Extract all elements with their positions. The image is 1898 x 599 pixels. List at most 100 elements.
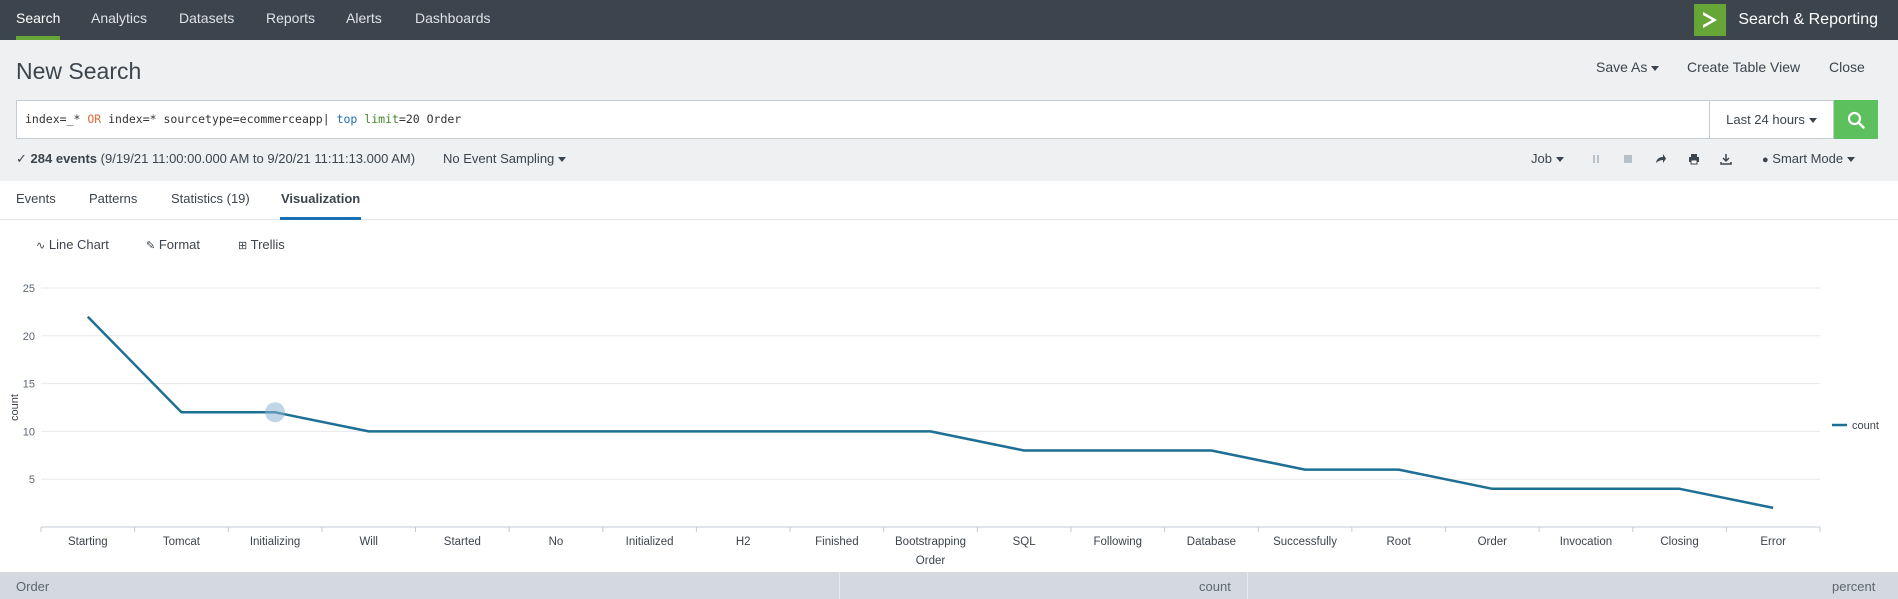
data-point (1208, 448, 1214, 454)
create-table-view-button[interactable]: Create Table View (1687, 59, 1800, 75)
x-tick-label: Initialized (626, 536, 674, 548)
page-title: New Search (16, 58, 142, 84)
x-tick-label: Tomcat (163, 536, 201, 548)
save-as-menu[interactable]: Save As (1596, 59, 1660, 75)
check-icon: ✓ (16, 151, 27, 166)
chart-type-button[interactable]: ∿ Line Chart (36, 237, 109, 252)
nav-item-analytics[interactable]: Analytics (91, 0, 147, 40)
y-tick-label: 20 (23, 331, 35, 343)
data-point (647, 428, 653, 434)
trellis-button[interactable]: ⊞ Trellis (238, 237, 285, 252)
data-point (1396, 467, 1402, 473)
x-tick-label: Closing (1660, 536, 1698, 548)
x-tick-label: Bootstrapping (895, 536, 966, 548)
column-header-count[interactable]: count (1199, 572, 1231, 599)
tab-events[interactable]: Events (16, 191, 56, 220)
x-axis-title: Order (916, 555, 946, 567)
column-divider (839, 572, 840, 599)
hover-point (265, 402, 286, 423)
y-tick-label: 25 (23, 283, 35, 295)
y-tick-label: 10 (23, 426, 35, 438)
search-mode-dropdown[interactable]: ● Smart Mode (1762, 151, 1856, 166)
pencil-icon: ✎ (146, 240, 156, 252)
tab-visualization[interactable]: Visualization (280, 191, 362, 220)
data-point (366, 428, 372, 434)
event-sampling-label: No Event Sampling (443, 151, 555, 166)
search-icon (1847, 111, 1865, 129)
event-time-range: (9/19/21 11:00:00.000 AM to 9/20/21 11:1… (100, 151, 416, 166)
nav-item-reports[interactable]: Reports (266, 0, 315, 40)
format-label: Format (158, 237, 201, 252)
x-tick-label: H2 (736, 536, 751, 548)
data-point (1115, 448, 1121, 454)
data-point (178, 409, 184, 415)
search-query-input[interactable]: index=_* OR index=* sourcetype=ecommerce… (16, 100, 1710, 139)
legend-label: count (1852, 420, 1879, 432)
search-button[interactable] (1834, 100, 1878, 139)
chevron-down-icon (1555, 157, 1564, 163)
app-nav-bar: Search Analytics Datasets Reports Alerts… (0, 0, 1898, 40)
export-icon[interactable] (1718, 151, 1734, 167)
print-icon[interactable] (1686, 151, 1702, 167)
column-header-percent[interactable]: percent (1832, 572, 1875, 599)
job-status: ✓ 284 events (9/19/21 11:00:00.000 AM to… (16, 151, 415, 167)
y-axis-title: count (9, 394, 21, 421)
data-point (928, 428, 934, 434)
nav-item-dashboards[interactable]: Dashboards (415, 0, 491, 40)
job-menu[interactable]: Job (1531, 151, 1564, 166)
data-point (1770, 505, 1776, 511)
x-tick-label: Database (1187, 536, 1236, 548)
trellis-grid-icon: ⊞ (238, 240, 248, 252)
pause-icon[interactable] (1588, 151, 1604, 167)
data-point (834, 428, 840, 434)
x-tick-label: Finished (815, 536, 858, 548)
format-button[interactable]: ✎ Format (146, 237, 200, 252)
x-tick-label: Error (1760, 536, 1786, 548)
chart-type-label: Line Chart (48, 237, 109, 252)
time-range-label: Last 24 hours (1726, 112, 1805, 127)
data-point (1583, 486, 1589, 492)
nav-item-datasets[interactable]: Datasets (179, 0, 234, 40)
tab-statistics[interactable]: Statistics (19) (171, 191, 250, 220)
nav-item-search[interactable]: Search (16, 0, 61, 40)
stop-icon[interactable] (1620, 151, 1636, 167)
event-count: 284 events (30, 151, 98, 166)
lightbulb-icon: ● (1762, 154, 1769, 166)
chevron-down-icon (1651, 65, 1660, 71)
data-point (1302, 467, 1308, 473)
chevron-down-icon (1808, 118, 1817, 124)
data-point (459, 428, 465, 434)
x-tick-label: No (549, 536, 564, 548)
y-tick-label: 5 (29, 474, 35, 486)
event-sampling-dropdown[interactable]: No Event Sampling (443, 151, 567, 166)
data-point (1677, 486, 1683, 492)
x-tick-label: Invocation (1560, 536, 1612, 548)
line-chart: 5 10 15 20 25 Starting Tomcat Initializing Will S… (9, 283, 1879, 567)
data-point (740, 428, 746, 434)
x-tick-label: Following (1093, 536, 1142, 548)
job-label: Job (1531, 151, 1552, 166)
data-point (85, 314, 91, 320)
save-as-label: Save As (1596, 59, 1648, 75)
data-point (1489, 486, 1495, 492)
trellis-label: Trellis (250, 237, 285, 252)
x-tick-label: Starting (68, 536, 108, 548)
close-button[interactable]: Close (1829, 59, 1865, 75)
time-range-picker[interactable]: Last 24 hours (1710, 100, 1834, 139)
results-table-header: Order count percent (0, 572, 1898, 599)
line-chart-icon: ∿ (36, 240, 46, 252)
x-tick-label: Initializing (250, 536, 301, 548)
chevron-down-icon (558, 157, 567, 163)
search-query-text: index=_* OR index=* sourcetype=ecommerce… (25, 112, 462, 126)
nav-item-alerts[interactable]: Alerts (346, 0, 382, 40)
search-mode-label: Smart Mode (1772, 151, 1844, 166)
share-icon[interactable] (1653, 151, 1669, 167)
x-tick-label: Successfully (1273, 536, 1337, 548)
search-header: New Search Save As Create Table View Clo… (0, 40, 1898, 181)
app-logo-icon (1694, 4, 1727, 36)
column-header-order[interactable]: Order (16, 572, 49, 599)
app-title: Search & Reporting (1738, 11, 1878, 28)
chevron-down-icon (1847, 157, 1856, 163)
tab-patterns[interactable]: Patterns (89, 191, 137, 220)
app-brand[interactable]: Search & Reporting (1694, 0, 1878, 40)
